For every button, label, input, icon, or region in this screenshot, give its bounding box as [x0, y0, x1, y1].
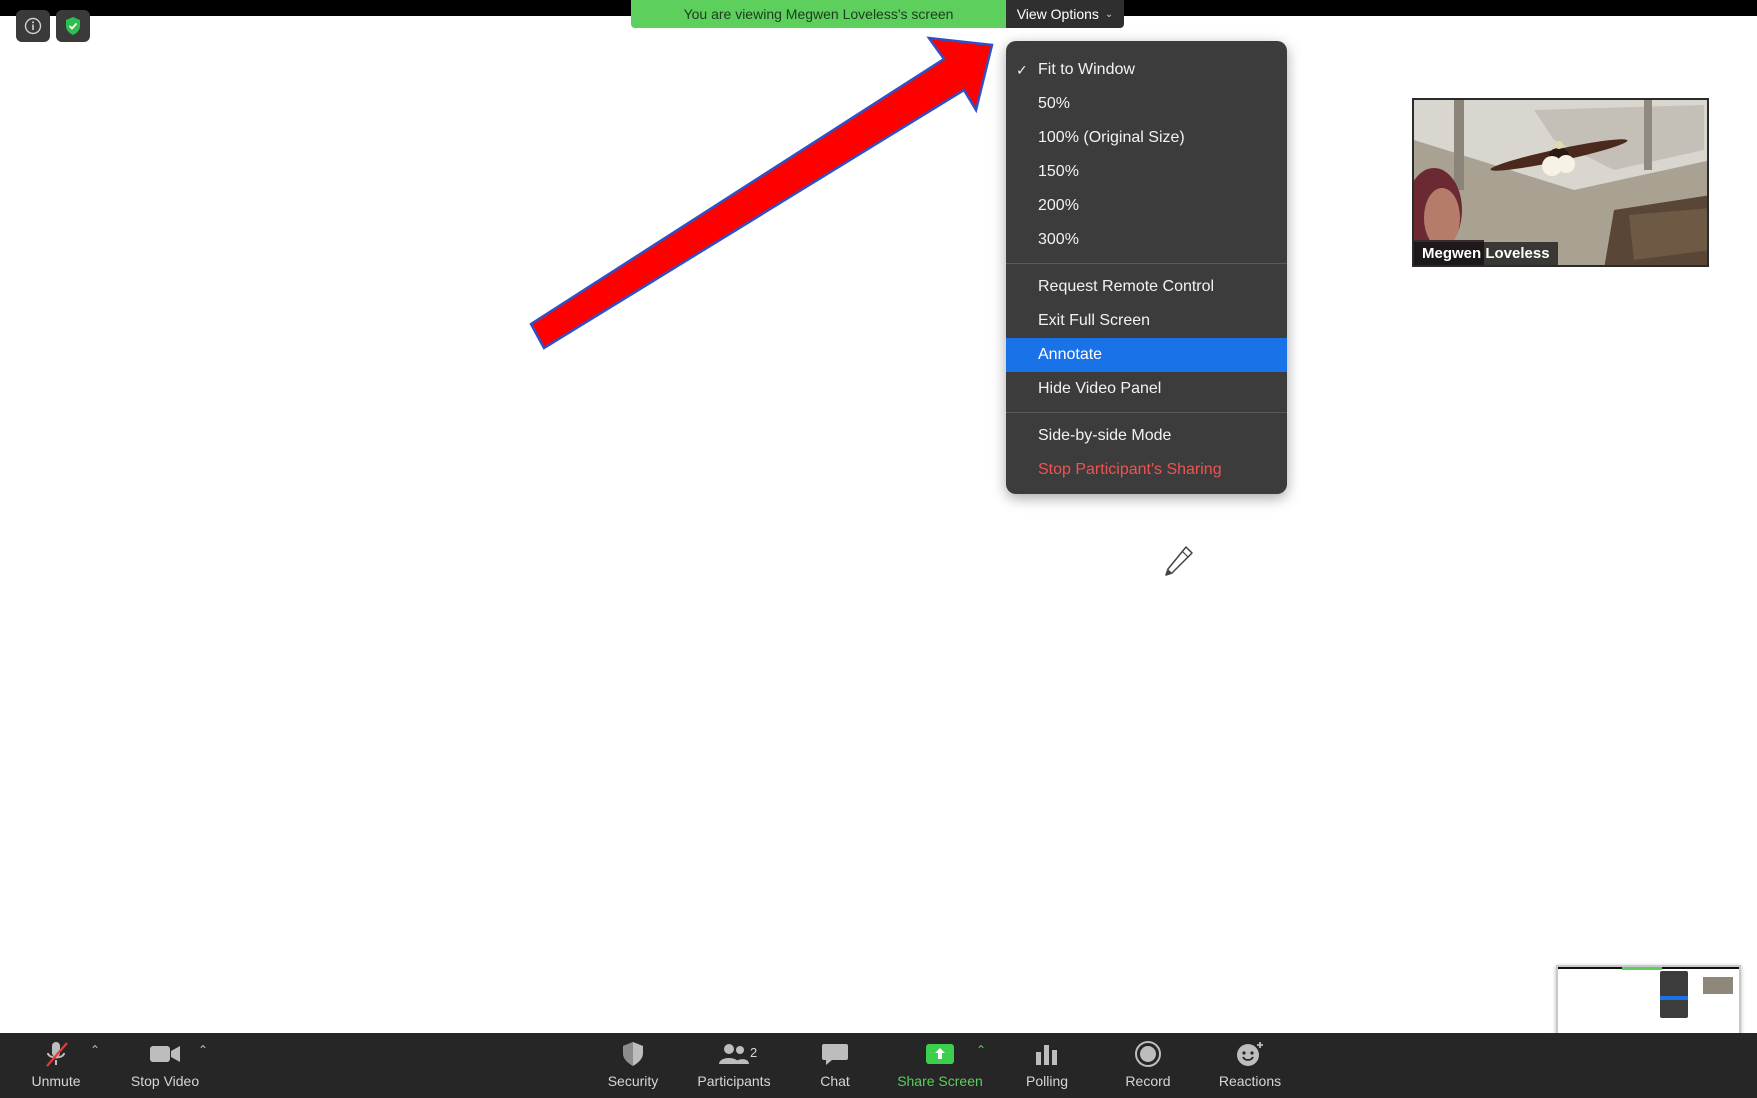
menu-item-hide-video-panel[interactable]: Hide Video Panel — [1006, 372, 1287, 406]
reactions-smiley-icon — [1237, 1042, 1263, 1066]
participants-label: Participants — [697, 1073, 771, 1089]
muted-microphone-icon — [46, 1042, 68, 1067]
menu-item-label: Side-by-side Mode — [1038, 427, 1172, 444]
security-label: Security — [607, 1073, 659, 1089]
record-button[interactable]: Record — [1122, 1039, 1174, 1095]
participants-count: 2 — [750, 1045, 758, 1060]
shield-check-icon — [66, 17, 80, 35]
menu-item-label: 150% — [1038, 163, 1079, 180]
viewing-banner: You are viewing Megwen Loveless's screen — [631, 0, 1006, 28]
menu-item-fit-to-window[interactable]: ✓ Fit to Window — [1006, 53, 1287, 87]
menu-item-side-by-side-mode[interactable]: Side-by-side Mode — [1006, 419, 1287, 453]
info-icon — [24, 17, 42, 35]
polling-bar-chart-icon — [1036, 1045, 1057, 1065]
menu-item-label: Annotate — [1038, 346, 1103, 363]
unmute-label: Unmute — [31, 1073, 81, 1089]
participants-button[interactable]: Participants — [690, 1039, 778, 1095]
participant-name-label: Megwen Loveless — [1414, 242, 1558, 265]
menu-item-zoom-200[interactable]: 200% — [1006, 189, 1287, 223]
meeting-toolbar: Unmute ⌃ Stop Video ⌃ Security Participa… — [0, 1033, 1757, 1098]
menu-divider — [1006, 412, 1287, 413]
menu-item-label: 300% — [1038, 231, 1079, 248]
menu-item-exit-full-screen[interactable]: Exit Full Screen — [1006, 304, 1287, 338]
record-label: Record — [1125, 1073, 1171, 1089]
reactions-label: Reactions — [1218, 1073, 1282, 1089]
polling-label: Polling — [1025, 1073, 1069, 1089]
audio-options-caret[interactable]: ⌃ — [90, 1043, 100, 1057]
chat-label: Chat — [820, 1073, 850, 1089]
menu-item-label: Exit Full Screen — [1038, 312, 1151, 329]
meeting-info-button[interactable] — [16, 10, 50, 42]
security-button[interactable]: Security — [600, 1039, 666, 1095]
stop-video-button[interactable]: Stop Video — [124, 1039, 206, 1095]
viewing-banner-text: You are viewing Megwen Loveless's screen — [683, 6, 954, 22]
share-screen-icon — [926, 1044, 954, 1064]
menu-item-label: Hide Video Panel — [1038, 380, 1162, 397]
pencil-cursor-icon — [1165, 546, 1193, 576]
menu-item-stop-participant-sharing[interactable]: Stop Participant's Sharing — [1006, 453, 1287, 487]
polling-button[interactable]: Polling — [1022, 1039, 1072, 1095]
menu-item-request-remote-control[interactable]: Request Remote Control — [1006, 270, 1287, 304]
share-options-caret[interactable]: ⌃ — [976, 1043, 986, 1057]
view-options-label: View Options — [1016, 6, 1099, 22]
menu-item-label: 100% (Original Size) — [1038, 129, 1185, 146]
participant-video-tile[interactable]: Megwen Loveless — [1412, 98, 1709, 267]
reactions-button[interactable]: Reactions — [1215, 1039, 1285, 1095]
menu-divider — [1006, 263, 1287, 264]
encryption-button[interactable] — [56, 10, 90, 42]
participant-name: Megwen Loveless — [1422, 245, 1550, 262]
view-options-menu: ✓ Fit to Window 50% 100% (Original Size)… — [1006, 41, 1287, 494]
chat-button[interactable]: Chat — [810, 1039, 860, 1095]
chevron-down-icon: ⌄ — [1104, 8, 1114, 20]
menu-item-zoom-300[interactable]: 300% — [1006, 223, 1287, 257]
shared-screen-area: You are viewing Megwen Loveless's screen… — [0, 0, 1757, 1098]
record-icon — [1135, 1041, 1161, 1067]
video-camera-icon — [150, 1046, 180, 1062]
view-options-button[interactable]: View Options ⌄ — [1006, 0, 1124, 28]
menu-item-zoom-50[interactable]: 50% — [1006, 87, 1287, 121]
menu-item-label: 50% — [1038, 95, 1071, 112]
share-screen-button[interactable]: Share Screen — [892, 1039, 988, 1095]
menu-item-annotate[interactable]: Annotate — [1006, 338, 1287, 372]
menu-item-zoom-100[interactable]: 100% (Original Size) — [1006, 121, 1287, 155]
menu-item-label: Stop Participant's Sharing — [1038, 461, 1222, 478]
menu-item-label: 200% — [1038, 197, 1079, 214]
chat-bubble-icon — [822, 1044, 848, 1065]
video-options-caret[interactable]: ⌃ — [198, 1043, 208, 1057]
checkmark-icon: ✓ — [1016, 62, 1028, 78]
participants-icon — [719, 1044, 749, 1064]
stop-video-label: Stop Video — [130, 1073, 200, 1089]
unmute-button[interactable]: Unmute — [24, 1039, 88, 1095]
menu-item-zoom-150[interactable]: 150% — [1006, 155, 1287, 189]
security-shield-icon — [623, 1042, 643, 1066]
menu-item-label: Request Remote Control — [1038, 278, 1215, 295]
menu-item-label: Fit to Window — [1038, 61, 1135, 78]
share-screen-label: Share Screen — [897, 1073, 983, 1089]
